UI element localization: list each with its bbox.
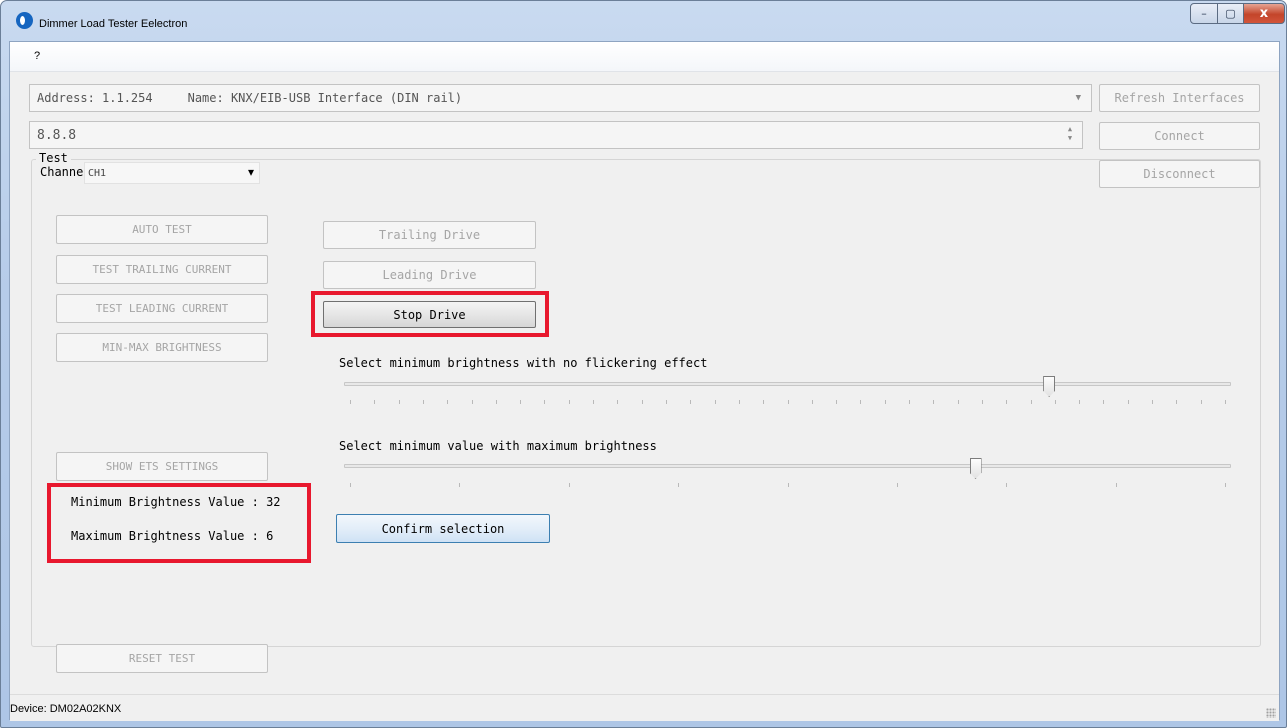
minimize-button[interactable]: – xyxy=(1190,3,1218,24)
menu-bar: ? xyxy=(10,42,1279,72)
slider-tick xyxy=(350,400,351,404)
slider-tick xyxy=(1103,400,1105,404)
slider-tick xyxy=(398,400,400,404)
device-status: Device: DM02A02KNX xyxy=(10,703,122,715)
slider-tick xyxy=(1054,400,1056,404)
auto-test-button[interactable]: AUTO TEST xyxy=(56,215,268,244)
min-brightness-value: Minimum Brightness Value : 32 xyxy=(71,495,281,509)
slider-tick xyxy=(690,400,692,404)
slider-tick xyxy=(374,400,376,404)
trailing-drive-button[interactable]: Trailing Drive xyxy=(323,221,536,249)
slider-tick xyxy=(860,400,862,404)
slider-tick xyxy=(1152,400,1154,404)
slider-tick xyxy=(459,483,461,487)
slider-tick xyxy=(1115,483,1117,487)
slider-tick xyxy=(909,400,911,404)
slider-tick xyxy=(520,400,522,404)
interface-select[interactable]: Address: 1.1.254 Name: KNX/EIB-USB Inter… xyxy=(29,84,1092,112)
slider-tick xyxy=(836,400,838,404)
interface-address: Address: 1.1.254 xyxy=(37,91,153,105)
slider-tick xyxy=(617,400,619,404)
slider-tick xyxy=(763,400,765,404)
slider-tick xyxy=(1200,400,1202,404)
slider-tick xyxy=(811,400,813,404)
slider-max-label: Select minimum value with maximum bright… xyxy=(339,439,657,453)
menu-help[interactable]: ? xyxy=(34,50,40,62)
reset-test-button[interactable]: RESET TEST xyxy=(56,644,268,673)
slider-tick xyxy=(568,400,570,404)
app-window: Dimmer Load Tester Eelectron – ▢ x ? Add… xyxy=(0,0,1287,728)
slider-tick xyxy=(981,400,983,404)
slider-max-track[interactable] xyxy=(344,464,1231,468)
slider-min-label: Select minimum brightness with no flicke… xyxy=(339,356,708,370)
connect-button[interactable]: Connect xyxy=(1099,122,1260,150)
chevron-down-icon: ▼ xyxy=(1075,93,1081,103)
slider-tick xyxy=(593,400,595,404)
spin-arrows-icon[interactable]: ▲ ▼ xyxy=(1064,125,1076,145)
slider-tick xyxy=(641,400,643,404)
slider-tick xyxy=(1006,400,1008,404)
slider-tick xyxy=(714,400,716,404)
test-leading-current-button[interactable]: TEST LEADING CURRENT xyxy=(56,294,268,323)
refresh-interfaces-button[interactable]: Refresh Interfaces xyxy=(1099,84,1260,112)
slider-tick xyxy=(787,483,789,487)
ip-address-input[interactable]: 8.8.8 ▲ ▼ xyxy=(29,121,1083,149)
slider-tick xyxy=(1225,400,1226,404)
stop-drive-button[interactable]: Stop Drive xyxy=(323,301,536,328)
min-max-brightness-button[interactable]: MIN-MAX BRIGHTNESS xyxy=(56,333,268,362)
slider-tick xyxy=(1030,400,1032,404)
slider-tick xyxy=(350,483,351,487)
test-group-title: Test xyxy=(36,151,71,165)
client-area: ? Address: 1.1.254 Name: KNX/EIB-USB Int… xyxy=(9,41,1280,721)
slider-tick xyxy=(1006,483,1008,487)
slider-tick xyxy=(544,400,546,404)
slider-tick xyxy=(471,400,473,404)
slider-tick xyxy=(678,483,680,487)
confirm-selection-button[interactable]: Confirm selection xyxy=(336,514,550,543)
status-bar: Device: DM02A02KNX xyxy=(10,694,1279,721)
slider-min-ticks xyxy=(350,400,1226,405)
slider-tick xyxy=(1079,400,1081,404)
slider-tick xyxy=(1225,483,1226,487)
slider-tick xyxy=(447,400,449,404)
slider-tick xyxy=(933,400,935,404)
slider-tick xyxy=(665,400,667,404)
ip-address-value: 8.8.8 xyxy=(37,127,77,143)
slider-tick xyxy=(422,400,424,404)
leading-drive-button[interactable]: Leading Drive xyxy=(323,261,536,289)
close-button[interactable]: x xyxy=(1243,3,1285,24)
slider-tick xyxy=(884,400,886,404)
max-brightness-value: Maximum Brightness Value : 6 xyxy=(71,529,274,543)
slider-tick xyxy=(1176,400,1178,404)
show-ets-settings-button[interactable]: SHOW ETS SETTINGS xyxy=(56,452,268,481)
maximize-button[interactable]: ▢ xyxy=(1217,3,1244,24)
window-title: Dimmer Load Tester Eelectron xyxy=(39,18,188,30)
slider-tick xyxy=(957,400,959,404)
slider-max-ticks xyxy=(350,483,1226,488)
title-bar[interactable]: Dimmer Load Tester Eelectron – ▢ x xyxy=(1,1,1286,41)
slider-tick xyxy=(738,400,740,404)
app-logo-icon xyxy=(16,12,33,29)
resize-grip-icon[interactable] xyxy=(1266,708,1276,718)
slider-tick xyxy=(896,483,898,487)
slider-tick xyxy=(495,400,497,404)
slider-min-track[interactable] xyxy=(344,382,1231,386)
slider-tick xyxy=(1127,400,1129,404)
slider-tick xyxy=(568,483,570,487)
test-trailing-current-button[interactable]: TEST TRAILING CURRENT xyxy=(56,255,268,284)
interface-name: Name: KNX/EIB-USB Interface (DIN rail) xyxy=(187,91,463,105)
slider-tick xyxy=(787,400,789,404)
